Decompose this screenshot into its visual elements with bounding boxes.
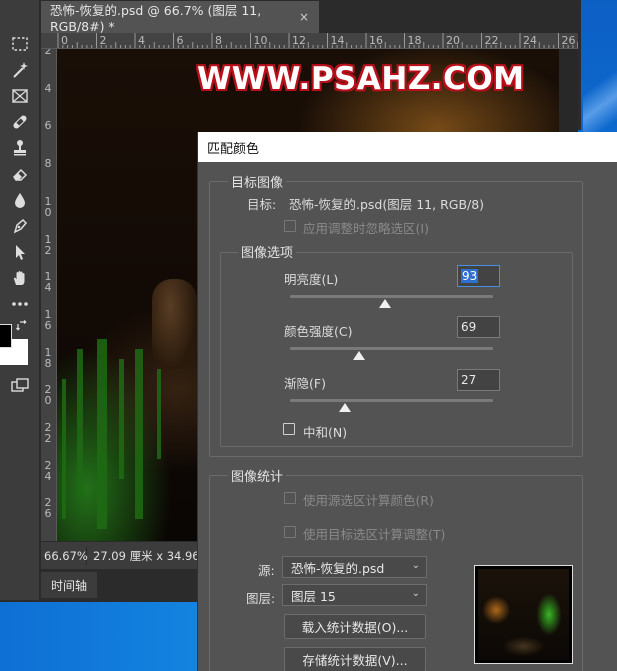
zoom-level[interactable]: 66.67%	[41, 546, 88, 565]
dialog-title: 匹配颜色	[198, 132, 617, 162]
blood-drip	[62, 379, 66, 519]
hand-icon[interactable]	[8, 267, 32, 289]
magic-wand-icon[interactable]	[8, 59, 32, 81]
color-intensity-slider-thumb[interactable]	[353, 351, 366, 360]
ruler-tick-label: 4	[138, 34, 145, 47]
ruler-tick-label: 22	[484, 34, 499, 47]
color-intensity-input[interactable]: 69	[457, 316, 500, 338]
blood-drip	[135, 349, 143, 519]
ruler-tick-label: 26	[561, 34, 576, 47]
target-value: 恐怖-恢复的.psd(图层 11, RGB/8)	[289, 197, 485, 212]
eraser-icon[interactable]	[8, 163, 32, 185]
blood-drip	[77, 349, 83, 499]
neutralize-label: 中和(N)	[303, 425, 348, 440]
watermark-text: WWW.PSAHZ.COM	[197, 61, 525, 97]
target-image-title: 目标图像	[228, 172, 287, 191]
ruler-tick-label: 2 6	[44, 496, 52, 521]
ruler-tick-label: 8	[44, 157, 52, 171]
desktop-edge	[578, 0, 581, 130]
save-statistics-button[interactable]: 存储统计数据(V)...	[284, 647, 426, 671]
layer-label: 图层:	[246, 591, 276, 606]
blood-drip	[119, 359, 124, 479]
use-source-selection-label: 使用源选区计算颜色(R)	[303, 493, 434, 508]
marquee-icon[interactable]	[8, 33, 32, 55]
load-statistics-button[interactable]: 载入统计数据(O)...	[284, 614, 426, 639]
ruler-tick-label: 1 4	[44, 270, 52, 295]
ruler-tick-label: 2 0	[44, 383, 52, 408]
more-icon[interactable]	[8, 293, 32, 315]
clone-stamp-icon[interactable]	[8, 137, 32, 159]
ruler-tick-label: 8	[215, 34, 222, 47]
ruler-tick-label: 0	[61, 34, 68, 47]
ruler-tick-label: 14	[330, 34, 345, 47]
image-statistics-title: 图像统计	[228, 466, 287, 485]
tools-panel	[0, 0, 40, 600]
swap-colors-icon[interactable]	[16, 320, 28, 335]
thumbnail-image	[478, 569, 569, 660]
blood-drip	[157, 369, 161, 459]
ignore-selection-checkbox[interactable]	[284, 220, 296, 232]
luminance-slider-thumb[interactable]	[379, 299, 392, 308]
ruler-tick-label: 18	[407, 34, 422, 47]
ruler-tick-label: 16	[369, 34, 383, 47]
luminance-slider[interactable]	[290, 295, 493, 298]
ruler-tick-label: 1 8	[44, 345, 52, 370]
document-tab-title: 恐怖-恢复的.psd @ 66.7% (图层 11, RGB/8#) *	[50, 3, 262, 34]
ruler-tick-label: 2	[99, 34, 107, 47]
close-icon[interactable]: ×	[299, 10, 309, 24]
ruler-tick-label: 20	[446, 34, 460, 47]
foreground-color-swatch[interactable]	[0, 324, 12, 348]
fade-slider[interactable]	[290, 399, 493, 402]
ruler-tick-label: 2 2	[44, 421, 52, 445]
desktop-background-bottom	[0, 602, 200, 671]
match-color-dialog: 匹配颜色 目标图像 目标: 恐怖-恢复的.psd(图层 11, RGB/8) 应…	[197, 132, 617, 671]
healing-brush-icon[interactable]	[8, 111, 32, 133]
ruler-tick-label: 4	[44, 81, 52, 95]
ruler-tick-label: 12	[292, 34, 306, 47]
frame-icon[interactable]	[8, 85, 32, 107]
ruler-tick-label: 10	[253, 34, 268, 47]
screen-mode-icon[interactable]	[8, 374, 32, 396]
source-select[interactable]: 恐怖-恢复的.psd ⌄	[282, 556, 427, 578]
luminance-input[interactable]: 93	[457, 265, 500, 287]
use-target-selection-checkbox[interactable]	[284, 526, 296, 538]
source-label: 源:	[258, 563, 275, 578]
ruler-tick-label: 6	[44, 119, 52, 133]
image-options-title: 图像选项	[238, 242, 297, 261]
ruler-tick-label: 2	[44, 49, 52, 57]
vertical-ruler[interactable]: 2 4 6 8 1 0 1 2 1 4 1 6 1 8 2 0 2 2 2 4 2 6	[41, 49, 57, 541]
neutralize-checkbox[interactable]	[283, 423, 295, 435]
ruler-tick-label: 1 6	[44, 307, 52, 332]
blood-drip	[97, 339, 107, 529]
ignore-selection-label: 应用调整时忽略选区(I)	[303, 221, 429, 236]
document-tab-bar: 恐怖-恢复的.psd @ 66.7% (图层 11, RGB/8#) * ×	[41, 0, 578, 34]
timeline-tab[interactable]: 时间轴	[41, 572, 97, 598]
path-select-icon[interactable]	[8, 241, 32, 263]
blur-icon[interactable]	[8, 189, 32, 211]
chevron-down-icon: ⌄	[411, 560, 420, 571]
ruler-tick-label: 1 0	[44, 194, 52, 219]
luminance-label: 明亮度(L)	[284, 272, 339, 287]
use-source-selection-checkbox[interactable]	[284, 492, 296, 504]
document-tab[interactable]: 恐怖-恢复的.psd @ 66.7% (图层 11, RGB/8#) * ×	[41, 1, 319, 34]
fade-slider-thumb[interactable]	[338, 403, 351, 412]
source-preview-thumbnail	[474, 565, 573, 664]
horizontal-ruler[interactable]: 0 2 4 6 8 10 12 14 16 18 20 22 24 26	[41, 33, 578, 49]
color-intensity-label: 颜色强度(C)	[284, 324, 353, 339]
document-size-info: 27.09 厘米 x 34.96 厘	[93, 548, 215, 563]
layer-select[interactable]: 图层 15 ⌄	[282, 584, 427, 606]
ruler-tick-label: 6	[176, 34, 184, 47]
fade-input[interactable]: 27	[457, 369, 500, 391]
target-label: 目标:	[247, 197, 277, 212]
ruler-tick-label: 24	[523, 34, 537, 47]
pen-icon[interactable]	[8, 215, 32, 237]
chevron-down-icon: ⌄	[411, 588, 420, 599]
ruler-tick-label: 1 2	[44, 232, 52, 257]
fade-label: 渐隐(F)	[284, 376, 326, 391]
hand-figure	[152, 279, 197, 369]
color-intensity-slider[interactable]	[290, 347, 493, 350]
ruler-tick-label: 2 4	[44, 458, 52, 483]
use-target-selection-label: 使用目标选区计算调整(T)	[303, 527, 446, 542]
